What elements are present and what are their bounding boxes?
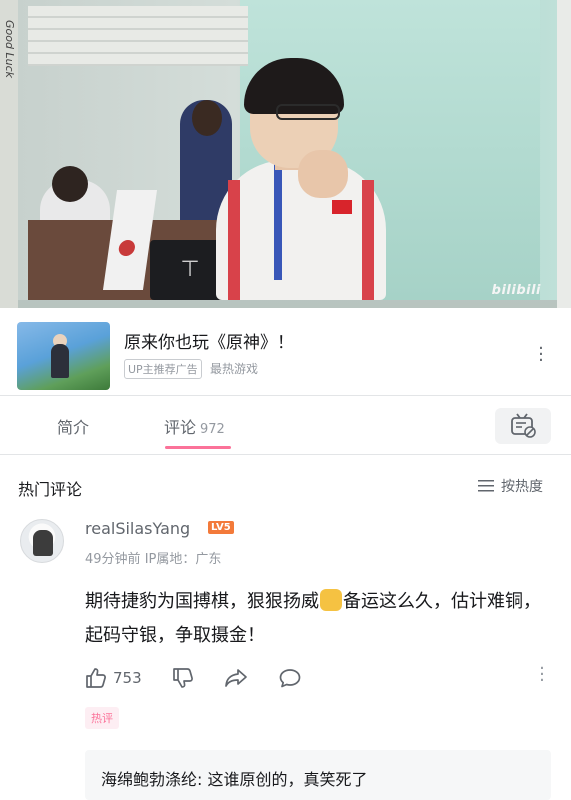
video-person-background-left-head xyxy=(52,166,88,202)
video-player[interactable]: ⊤ Good Luck bilibili xyxy=(0,0,571,308)
reply-preview[interactable]: 海绵鲍勃涤纶: 这谁原创的，真笑死了 xyxy=(85,750,551,800)
reply-preview-text: 海绵鲍勃涤纶: 这谁原创的，真笑死了 xyxy=(101,766,368,790)
tab-comments-label: 评论 xyxy=(164,418,197,437)
ad-tag: UP主推荐广告 xyxy=(124,359,202,379)
share-icon xyxy=(224,669,247,687)
ad-banner[interactable]: 原来你也玩《原神》！ UP主推荐广告 最热游戏 · · · xyxy=(0,308,571,394)
tab-intro-label: 简介 xyxy=(57,418,90,437)
dislike-button[interactable] xyxy=(172,667,194,689)
comment-username[interactable]: realSilasYang xyxy=(85,519,190,538)
like-count: 753 xyxy=(113,669,142,687)
fist-emoji-icon xyxy=(320,589,342,611)
tab-active-indicator xyxy=(165,446,231,449)
ad-subtitle: 最热游戏 xyxy=(210,362,259,376)
more-options-icon[interactable]: · · · xyxy=(534,340,548,370)
comment-actions: 753 xyxy=(85,666,332,690)
comment-more-icon[interactable]: · · · xyxy=(536,660,548,690)
level-badge: LV5 xyxy=(208,521,234,534)
reply-author[interactable]: 海绵鲍勃涤纶: xyxy=(101,770,202,789)
hot-comment-badge: 热评 xyxy=(85,707,119,729)
comment-bubble-icon xyxy=(279,669,300,688)
comment-body[interactable]: 期待捷豹为国搏棋，狠狠扬威 备运这么久，估计难铜，起码守银，争取摄金！ xyxy=(85,585,555,653)
avatar[interactable] xyxy=(20,519,64,563)
video-main-person-hand xyxy=(298,150,348,198)
sort-label: 按热度 xyxy=(501,479,543,495)
share-button[interactable] xyxy=(224,667,248,689)
video-ceiling xyxy=(28,6,248,66)
sort-icon xyxy=(478,480,494,492)
ad-title[interactable]: 原来你也玩《原神》！ xyxy=(124,328,294,353)
bilibili-watermark: bilibili xyxy=(491,283,541,298)
danmaku-off-icon xyxy=(511,413,536,438)
danmaku-toggle-button[interactable] xyxy=(495,408,551,444)
thumbs-down-icon xyxy=(172,668,193,688)
divider xyxy=(0,454,571,455)
reply-content: 这谁原创的，真笑死了 xyxy=(202,770,368,789)
tab-bar: 简介 评论 972 xyxy=(0,396,571,454)
like-button[interactable]: 753 xyxy=(85,667,142,689)
thumbs-up-icon xyxy=(86,668,106,688)
tab-comments[interactable]: 评论 972 xyxy=(164,414,225,438)
comment-ip: IP属地：广东 xyxy=(144,552,222,567)
sort-button[interactable]: 按热度 xyxy=(478,476,543,496)
tab-intro[interactable]: 简介 xyxy=(57,414,89,438)
tab-comments-count: 972 xyxy=(200,422,225,437)
video-side-text: Good Luck xyxy=(3,20,16,78)
reply-button[interactable] xyxy=(278,667,302,689)
comment-text-part1: 期待捷豹为国搏棋，狠狠扬威 xyxy=(85,591,319,612)
video-right-border xyxy=(557,0,571,308)
comment-meta: 49分钟前 IP属地：广东 xyxy=(85,548,221,567)
video-person-background-center-head xyxy=(192,100,222,136)
comment-time: 49分钟前 xyxy=(85,552,141,567)
video-main-person-glasses xyxy=(276,104,340,120)
ad-thumbnail[interactable] xyxy=(17,322,110,390)
hot-comments-title: 热门评论 xyxy=(18,480,83,499)
